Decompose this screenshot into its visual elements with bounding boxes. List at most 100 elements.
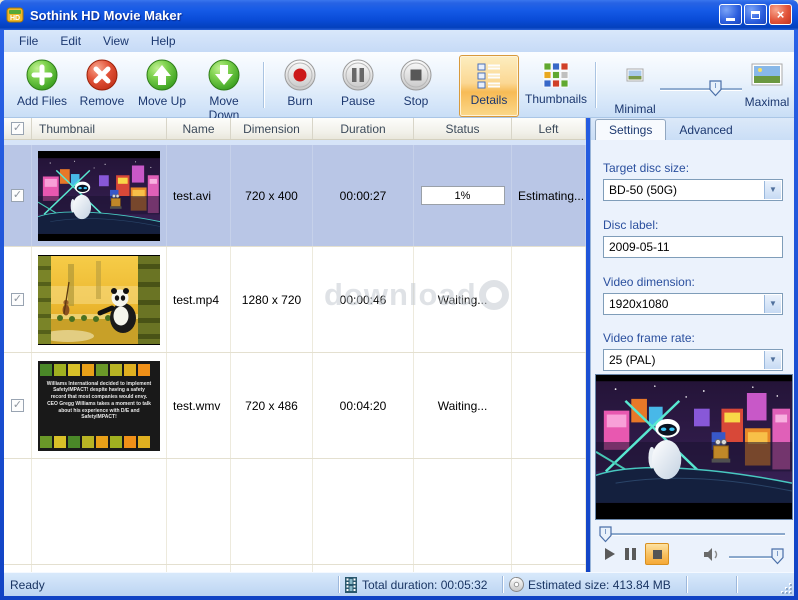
menu-view[interactable]: View bbox=[92, 31, 140, 51]
minimize-icon bbox=[726, 18, 735, 21]
close-button[interactable]: × bbox=[769, 4, 792, 25]
row-checkbox[interactable]: ✓ bbox=[11, 293, 24, 306]
statusbar-divider bbox=[736, 576, 737, 593]
table-row[interactable]: ✓ Williams International decided to impl… bbox=[4, 353, 586, 459]
thumbnails-icon bbox=[542, 60, 570, 90]
volume-slider-track[interactable] bbox=[729, 556, 777, 558]
disc-label-input[interactable] bbox=[603, 236, 783, 258]
video-preview bbox=[595, 374, 793, 520]
menu-help[interactable]: Help bbox=[140, 31, 187, 51]
column-header-name[interactable]: Name bbox=[167, 118, 231, 139]
details-icon bbox=[476, 61, 502, 91]
close-icon: × bbox=[777, 7, 785, 22]
file-name: test.avi bbox=[167, 145, 231, 246]
burn-button[interactable]: Burn bbox=[270, 56, 330, 116]
time-left: Estimating... bbox=[512, 145, 586, 246]
window-title: Sothink HD Movie Maker bbox=[30, 8, 182, 23]
add-files-icon bbox=[25, 58, 59, 92]
disc-icon bbox=[509, 577, 524, 592]
add-files-button[interactable]: Add Files bbox=[12, 56, 72, 116]
status-estimated-size: Estimated size: 413.84 MB bbox=[528, 578, 671, 592]
tab-settings[interactable]: Settings bbox=[595, 119, 666, 140]
play-button[interactable] bbox=[605, 548, 615, 560]
maximize-button[interactable] bbox=[744, 4, 767, 25]
settings-panel: Settings Advanced Target disc size: BD-5… bbox=[590, 118, 794, 572]
select-all-checkbox[interactable]: ✓ bbox=[4, 118, 32, 139]
minimal-image-icon bbox=[626, 68, 644, 100]
status-bar: Ready Total duration: 00:05:32 Estimated… bbox=[4, 572, 794, 596]
maximize-icon bbox=[751, 11, 760, 19]
video-dimension-select[interactable]: 1920x1080 ▼ bbox=[603, 293, 783, 315]
video-thumbnail-slide: Williams International decided to implem… bbox=[38, 361, 160, 451]
column-header-status[interactable]: Status bbox=[414, 118, 512, 139]
video-dimension-label: Video dimension: bbox=[603, 275, 695, 289]
column-header-duration[interactable]: Duration bbox=[313, 118, 414, 139]
zoom-slider-thumb[interactable] bbox=[709, 80, 723, 97]
toolbar-separator bbox=[595, 62, 596, 108]
titlebar: HD Sothink HD Movie Maker × bbox=[0, 0, 798, 30]
table-row[interactable]: ✓ test.avi 720 x 400 00:00:27 1% Estimat… bbox=[4, 145, 586, 247]
pause-playback-button[interactable] bbox=[625, 548, 636, 560]
checkbox-icon: ✓ bbox=[11, 122, 24, 135]
svg-text:HD: HD bbox=[10, 15, 20, 22]
panel-tabs: Settings Advanced bbox=[591, 118, 794, 140]
move-up-button[interactable]: Move Up bbox=[132, 56, 192, 116]
row-checkbox[interactable]: ✓ bbox=[11, 189, 24, 202]
file-status: Waiting... bbox=[414, 353, 512, 458]
minimize-button[interactable] bbox=[719, 4, 742, 25]
stop-button[interactable]: Stop bbox=[386, 56, 446, 116]
video-thumbnail-walle bbox=[38, 151, 160, 241]
toolbar-separator bbox=[263, 62, 264, 108]
chevron-down-icon[interactable]: ▼ bbox=[764, 181, 781, 199]
resize-grip[interactable] bbox=[780, 582, 792, 594]
row-checkbox[interactable]: ✓ bbox=[11, 399, 24, 412]
pause-button[interactable]: Pause bbox=[328, 56, 388, 116]
file-dimension: 720 x 486 bbox=[231, 353, 313, 458]
statusbar-divider bbox=[686, 576, 687, 593]
tab-advanced[interactable]: Advanced bbox=[666, 120, 745, 140]
file-dimension: 720 x 400 bbox=[231, 145, 313, 246]
zoom-maximal: Maximal bbox=[736, 56, 798, 116]
zoom-minimal: Minimal bbox=[604, 56, 666, 116]
move-down-button[interactable]: Move Down bbox=[194, 56, 254, 116]
details-view-button[interactable]: Details bbox=[459, 55, 519, 117]
video-thumbnail-panda bbox=[38, 255, 160, 345]
menu-file[interactable]: File bbox=[8, 31, 49, 51]
disc-label-label: Disc label: bbox=[603, 218, 658, 232]
video-frame-rate-select[interactable]: 25 (PAL) ▼ bbox=[603, 349, 783, 371]
move-up-icon bbox=[145, 58, 179, 92]
pause-icon bbox=[341, 58, 375, 92]
video-frame-rate-label: Video frame rate: bbox=[603, 331, 695, 345]
column-header-left[interactable]: Left bbox=[512, 118, 586, 139]
chevron-down-icon[interactable]: ▼ bbox=[764, 351, 781, 369]
target-disc-size-select[interactable]: BD-50 (50G) ▼ bbox=[603, 179, 783, 201]
statusbar-divider bbox=[338, 576, 339, 593]
speaker-icon[interactable] bbox=[703, 547, 721, 562]
status-total-duration: Total duration: 00:05:32 bbox=[362, 578, 487, 592]
maximal-image-icon bbox=[751, 61, 783, 93]
file-duration: 00:04:20 bbox=[313, 353, 414, 458]
burn-icon bbox=[283, 58, 317, 92]
table-header: ✓ Thumbnail Name Dimension Duration Stat… bbox=[4, 118, 586, 140]
film-icon bbox=[345, 577, 357, 593]
menu-edit[interactable]: Edit bbox=[49, 31, 92, 51]
seek-slider-track[interactable] bbox=[603, 533, 785, 535]
file-duration: 00:00:46 bbox=[313, 247, 414, 352]
zoom-slider-track[interactable] bbox=[660, 88, 742, 90]
thumbnails-view-button[interactable]: Thumbnails bbox=[524, 56, 588, 116]
toolbar: Add Files Remove Move Up Move Down Burn bbox=[4, 52, 794, 118]
column-header-thumbnail[interactable]: Thumbnail bbox=[32, 118, 167, 139]
volume-slider-thumb[interactable] bbox=[771, 548, 785, 565]
move-down-icon bbox=[207, 58, 241, 92]
stop-playback-button[interactable] bbox=[645, 543, 669, 565]
seek-slider-thumb[interactable] bbox=[599, 526, 613, 543]
target-disc-size-label: Target disc size: bbox=[603, 161, 689, 175]
status-ready: Ready bbox=[10, 578, 45, 592]
file-duration: 00:00:27 bbox=[313, 145, 414, 246]
stop-square-icon bbox=[653, 550, 662, 559]
column-header-dimension[interactable]: Dimension bbox=[231, 118, 313, 139]
stop-icon bbox=[399, 58, 433, 92]
remove-button[interactable]: Remove bbox=[72, 56, 132, 116]
table-row[interactable]: ✓ test.mp4 1280 x 720 00:00:46 Waiting..… bbox=[4, 247, 586, 353]
chevron-down-icon[interactable]: ▼ bbox=[764, 295, 781, 313]
